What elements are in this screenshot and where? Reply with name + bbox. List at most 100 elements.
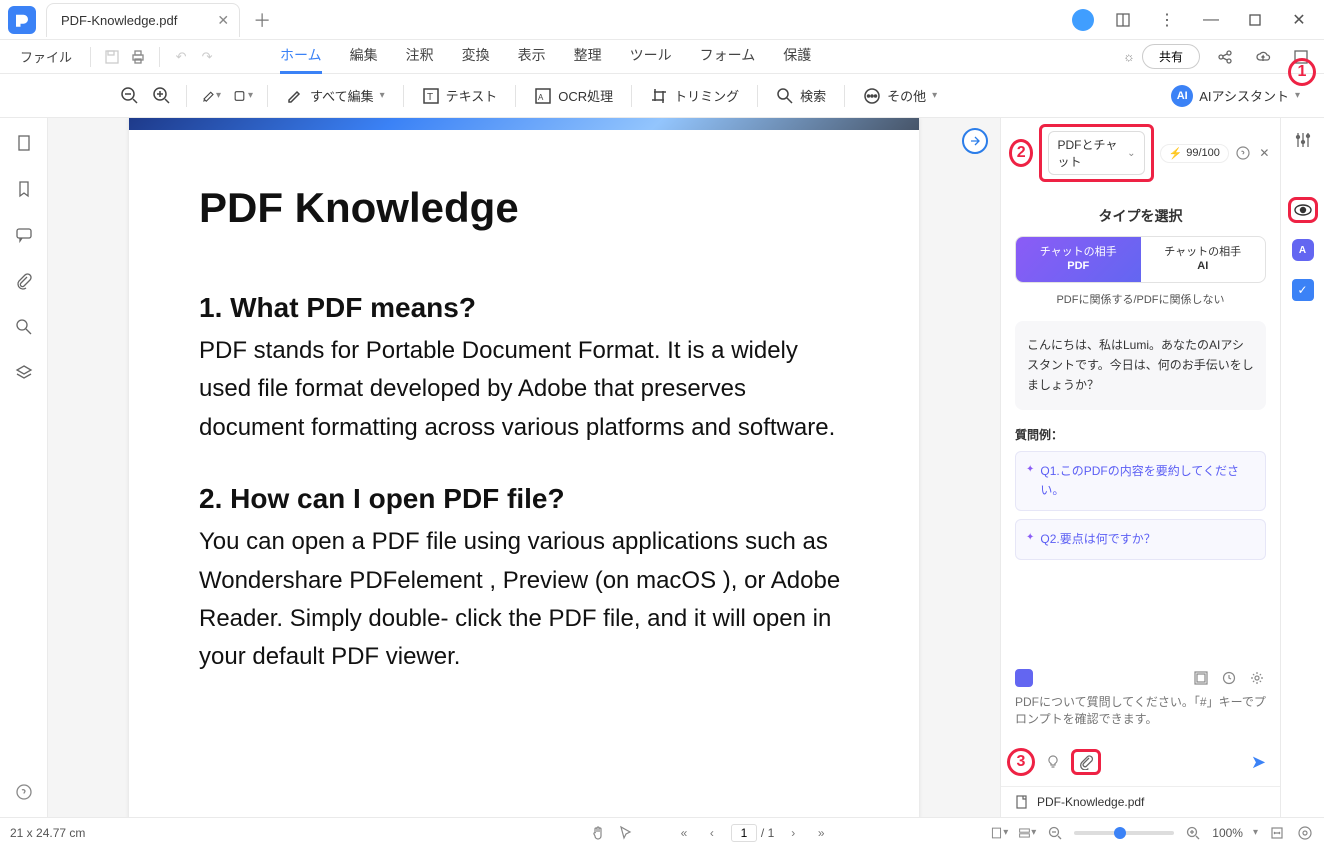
tab-home[interactable]: ホーム (280, 39, 322, 74)
ai-mode-select[interactable]: PDFとチャット ⌄ (1048, 131, 1144, 175)
fit-width-icon[interactable] (1268, 824, 1286, 842)
share-button[interactable]: 共有 (1142, 44, 1200, 69)
more-tool[interactable]: その他▾ (859, 82, 941, 109)
shape-icon[interactable]: ▾ (233, 86, 253, 106)
ai-app-icon[interactable] (1015, 669, 1033, 687)
thumbnails-icon[interactable] (13, 132, 35, 154)
redo-icon[interactable]: ↷ (194, 44, 220, 70)
trim-label: トリミング (674, 86, 739, 105)
ocr-label: OCR処理 (558, 86, 613, 105)
tab-form[interactable]: フォーム (700, 39, 756, 74)
tab-convert[interactable]: 変換 (462, 39, 490, 74)
select-tool-icon[interactable] (617, 824, 635, 842)
token-count-badge[interactable]: ⚡ 99/100 (1160, 144, 1229, 163)
history-icon[interactable] (1220, 669, 1238, 687)
page-input[interactable] (731, 824, 757, 842)
ai-prompt-textarea[interactable] (1015, 693, 1266, 737)
ai-example-q2[interactable]: ✦ Q2.要点は何ですか？ (1015, 519, 1266, 560)
document-tab[interactable]: PDF-Knowledge.pdf ✕ (46, 3, 240, 37)
share-link-icon[interactable] (1212, 44, 1238, 70)
ai-panel: 2 PDFとチャット ⌄ ⚡ 99/100 ✕ タイプを選択 チャットの相手 P… (1000, 118, 1280, 817)
ai-type-ai[interactable]: チャットの相手 AI (1141, 237, 1266, 282)
translate-icon[interactable]: A (1291, 238, 1315, 262)
window-detach-icon[interactable] (1108, 5, 1138, 35)
undo-icon[interactable]: ↶ (168, 44, 194, 70)
zoom-in-icon[interactable] (152, 86, 172, 106)
reading-mode-icon[interactable] (1296, 824, 1314, 842)
search-label: 検索 (800, 86, 826, 105)
comment-icon[interactable] (13, 224, 35, 246)
ai-type-note: PDFに関係する/PDFに関係しない (1015, 291, 1266, 307)
zoom-percent[interactable]: 100% (1212, 826, 1243, 840)
hand-tool-icon[interactable] (589, 824, 607, 842)
page-banner-image (129, 118, 919, 130)
close-tab-icon[interactable]: ✕ (217, 12, 229, 29)
zoom-out-icon[interactable] (120, 86, 140, 106)
next-page-icon[interactable]: › (784, 824, 802, 842)
ai-type-toggle: チャットの相手 PDF チャットの相手 AI (1015, 236, 1266, 283)
tab-annotate[interactable]: 注釈 (406, 39, 434, 74)
search-tool[interactable]: 検索 (772, 82, 830, 109)
ai-example-q1[interactable]: ✦ Q1.このPDFの内容を要約してください。 (1015, 451, 1266, 511)
checkmark-badge-icon[interactable]: ✓ (1291, 278, 1315, 302)
close-window-icon[interactable]: ✕ (1284, 5, 1314, 35)
annotation-box-3 (1071, 749, 1101, 775)
ai-badge-icon: AI (1171, 85, 1193, 107)
cloud-upload-icon[interactable] (1250, 44, 1276, 70)
bookmark-icon[interactable] (13, 178, 35, 200)
attachment-icon[interactable] (13, 270, 35, 292)
zoom-in-status-icon[interactable] (1184, 824, 1202, 842)
doc-paragraph-2: You can open a PDF file using various ap… (199, 523, 849, 677)
print-icon[interactable] (125, 44, 151, 70)
text-tool[interactable]: T テキスト (418, 82, 502, 109)
tab-protect[interactable]: 保護 (783, 39, 811, 74)
first-page-icon[interactable]: « (675, 824, 693, 842)
zoom-slider[interactable] (1074, 831, 1174, 835)
new-tab-button[interactable]: ＋ (248, 6, 276, 34)
ai-type-pdf[interactable]: チャットの相手 PDF (1016, 237, 1141, 282)
file-menu[interactable]: ファイル (10, 47, 82, 66)
main-tabs: ホーム 編集 注釈 変換 表示 整理 ツール フォーム 保護 (280, 39, 811, 74)
trim-tool[interactable]: トリミング (646, 82, 743, 109)
bolt-icon: ⚡ (1169, 147, 1183, 160)
expand-icon[interactable] (1192, 669, 1210, 687)
settings-icon[interactable] (1248, 669, 1266, 687)
svg-text:T: T (427, 92, 433, 103)
maximize-icon[interactable] (1240, 5, 1270, 35)
help-icon[interactable] (13, 781, 35, 803)
last-page-icon[interactable]: » (812, 824, 830, 842)
attach-file-icon[interactable] (1078, 754, 1094, 770)
account-avatar-icon[interactable] (1072, 9, 1094, 31)
tab-tools[interactable]: ツール (630, 39, 672, 74)
attached-file-row[interactable]: PDF-Knowledge.pdf (1001, 786, 1280, 817)
lightbulb-icon[interactable]: ☼ (1116, 44, 1142, 70)
search-sidebar-icon[interactable] (13, 316, 35, 338)
view-mode-2-icon[interactable]: ▾ (1018, 824, 1036, 842)
minimize-icon[interactable]: — (1196, 5, 1226, 35)
annotation-marker-1: 1 (1288, 58, 1316, 86)
highlight-icon[interactable]: ▾ (201, 86, 221, 106)
zoom-out-status-icon[interactable] (1046, 824, 1064, 842)
save-icon[interactable] (99, 44, 125, 70)
doc-title: PDF Knowledge (199, 184, 849, 232)
ai-eye-icon[interactable] (1291, 198, 1315, 222)
ocr-tool[interactable]: A OCR処理 (530, 82, 617, 109)
view-mode-1-icon[interactable]: ▾ (990, 824, 1008, 842)
hint-bulb-icon[interactable] (1045, 754, 1061, 770)
doc-paragraph-1: PDF stands for Portable Document Format.… (199, 332, 849, 447)
send-icon[interactable]: ➤ (1251, 752, 1266, 773)
tab-view[interactable]: 表示 (518, 39, 546, 74)
edit-all-tool[interactable]: すべて編集▾ (282, 82, 389, 109)
sliders-icon[interactable] (1291, 128, 1315, 152)
ai-close-icon[interactable]: ✕ (1257, 144, 1272, 162)
tab-organize[interactable]: 整理 (574, 39, 602, 74)
ai-help-icon[interactable] (1235, 144, 1251, 162)
layers-icon[interactable] (13, 362, 35, 384)
tab-edit[interactable]: 編集 (350, 39, 378, 74)
document-viewport[interactable]: PDF Knowledge 1. What PDF means? PDF sta… (48, 118, 1000, 817)
prev-page-icon[interactable]: ‹ (703, 824, 721, 842)
doc-heading-1: 1. What PDF means? (199, 292, 849, 324)
text-tool-label: テキスト (446, 86, 498, 105)
titlebar-controls: ⋮ — ✕ (1072, 5, 1320, 35)
kebab-menu-icon[interactable]: ⋮ (1152, 5, 1182, 35)
